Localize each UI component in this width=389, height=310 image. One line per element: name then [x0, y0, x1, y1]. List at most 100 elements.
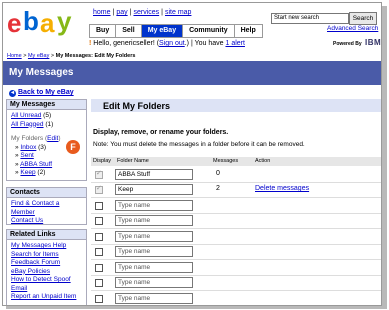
breadcrumb-my-ebay[interactable]: My eBay	[28, 53, 49, 59]
ibm-logo: IBM	[365, 38, 382, 47]
display-checkbox[interactable]	[95, 217, 103, 225]
edit-folders-description: Display, remove, or rename your folders.	[93, 129, 229, 136]
display-checkbox[interactable]	[95, 264, 103, 272]
folder-name-input[interactable]: Type name	[115, 246, 193, 257]
logo-letter-b: b	[23, 6, 39, 36]
sign-out-link[interactable]: Sign out	[159, 40, 185, 47]
breadcrumb-current: My Messages: Edit My Folders	[55, 53, 136, 59]
breadcrumb: Home > My eBay > My Messages: Edit My Fo…	[7, 53, 136, 59]
tab-my-ebay[interactable]: My eBay	[141, 25, 184, 37]
folder-name-input[interactable]: Type name	[115, 262, 193, 273]
display-checkbox[interactable]	[95, 279, 103, 287]
alert-link[interactable]: 1 alert	[225, 40, 244, 47]
all-unread-count: (5)	[43, 112, 52, 119]
inbox-count: (3)	[38, 143, 47, 151]
folder-name-input[interactable]: Type name	[115, 293, 193, 304]
powered-by-label: Powered By	[333, 41, 362, 47]
sidebar-folder-inbox[interactable]: Inbox	[20, 144, 36, 151]
sidebar-contacts: Contacts Find & Contact a Member Contact…	[6, 187, 87, 225]
table-row: ABBA Stuff 0	[91, 167, 381, 183]
display-checkbox[interactable]	[95, 202, 103, 210]
tab-help[interactable]: Help	[234, 25, 262, 37]
col-folder-name: Folder Name	[117, 158, 149, 164]
display-checkbox	[95, 184, 103, 194]
col-action: Action	[255, 158, 271, 164]
col-messages: Messages	[213, 158, 239, 164]
col-display: Display	[93, 158, 112, 164]
folder-name-input[interactable]: Type name	[115, 277, 193, 288]
message-count: 2	[216, 185, 220, 192]
table-row: Type name	[91, 275, 381, 291]
hello-text: Hello, genericseller! (	[93, 40, 160, 47]
home-link[interactable]: home	[93, 9, 111, 16]
folder-name-input[interactable]: Type name	[115, 231, 193, 242]
sidebar-item-all-unread[interactable]: All Unread	[11, 112, 41, 119]
find-contact-member-link[interactable]: Find & Contact a Member	[11, 200, 59, 216]
back-to-my-ebay[interactable]: ◂ Back to My eBay	[9, 89, 74, 97]
logo-letter-a: a	[40, 8, 55, 38]
sidebar-folder-abba-stuff[interactable]: ABBA Stuff	[20, 161, 52, 168]
services-link[interactable]: services	[133, 9, 159, 16]
search-button[interactable]: Search	[349, 12, 377, 25]
logo-letter-e: e	[7, 8, 22, 38]
table-row: Type name	[91, 291, 381, 305]
back-link-label[interactable]: Back to My eBay	[18, 89, 74, 96]
edit-folders-note: Note: You must delete the messages in a …	[93, 141, 305, 148]
sidebar-folder-sent[interactable]: Sent	[20, 152, 33, 159]
sidebar-folder-keep[interactable]: Keep	[20, 169, 35, 176]
advanced-search-link[interactable]: Advanced Search	[327, 25, 378, 32]
search-input[interactable]: Start new search	[271, 13, 349, 24]
greeting: ! Hello, genericseller! (Sign out.) | Yo…	[89, 40, 245, 47]
alert-icon: !	[89, 40, 92, 47]
message-count: 0	[216, 170, 220, 177]
report-unpaid-item-link[interactable]: Report an Unpaid Item	[11, 293, 76, 300]
sidebar-item-all-flagged[interactable]: All Flagged	[11, 121, 44, 128]
table-row: Type name	[91, 229, 381, 245]
folder-name-input[interactable]: ABBA Stuff	[115, 169, 193, 180]
edit-folders-title: Edit My Folders	[103, 101, 171, 111]
site-map-link[interactable]: site map	[165, 9, 191, 16]
my-folders-label: My Folders	[11, 135, 44, 142]
ebay-logo[interactable]: e b a y	[7, 6, 81, 38]
sidebar-related-title: Related Links	[7, 230, 86, 240]
browser-page: e b a y home | pay | services | site map Buy S…	[2, 2, 382, 306]
ebay-policies-link[interactable]: eBay Policies	[11, 268, 50, 275]
display-checkbox[interactable]	[95, 233, 103, 241]
top-links: home | pay | services | site map	[93, 9, 192, 16]
page-title: My Messages	[9, 67, 74, 78]
display-checkbox[interactable]	[95, 248, 103, 256]
sidebar-messages-title: My Messages	[7, 100, 86, 110]
table-row: Type name	[91, 260, 381, 276]
feedback-forum-link[interactable]: Feedback Forum	[11, 259, 60, 266]
logo-letter-y: y	[57, 6, 72, 36]
all-flagged-count: (1)	[45, 120, 54, 128]
breadcrumb-home[interactable]: Home	[7, 53, 22, 59]
tab-community[interactable]: Community	[183, 25, 235, 37]
sidebar-related-links: Related Links My Messages Help Search fo…	[6, 229, 87, 305]
back-arrow-icon: ◂	[9, 90, 16, 97]
tab-sell[interactable]: Sell	[116, 25, 142, 37]
display-checkbox	[95, 169, 103, 179]
delete-messages-link[interactable]: Delete messages	[255, 185, 309, 192]
edit-folders-link[interactable]: Edit	[47, 135, 58, 142]
hello-mid-text: .) | You have	[184, 40, 226, 47]
keep-count: (2)	[37, 169, 46, 176]
folder-name-input[interactable]: Type name	[115, 200, 193, 211]
main-nav: Buy Sell My eBay Community Help	[89, 24, 263, 38]
callout-badge: F	[66, 140, 80, 154]
contact-us-link[interactable]: Contact Us	[11, 217, 43, 224]
pay-link[interactable]: pay	[116, 9, 127, 16]
folder-name-input[interactable]: Type name	[115, 215, 193, 226]
table-row: Keep 2 Delete messages	[91, 182, 381, 198]
sidebar-contacts-title: Contacts	[7, 188, 86, 198]
table-row: Type name	[91, 244, 381, 260]
search-items-link[interactable]: Search for Items	[11, 251, 59, 258]
display-checkbox[interactable]	[95, 295, 103, 303]
table-row: Type name	[91, 213, 381, 229]
table-row: Type name	[91, 198, 381, 214]
tab-buy[interactable]: Buy	[90, 25, 117, 37]
my-messages-help-link[interactable]: My Messages Help	[11, 242, 66, 249]
spoof-email-link[interactable]: How to Detect Spoof Email	[11, 276, 71, 292]
folders-table-header: Display Folder Name Messages Action	[91, 157, 381, 166]
folder-name-input[interactable]: Keep	[115, 184, 193, 195]
